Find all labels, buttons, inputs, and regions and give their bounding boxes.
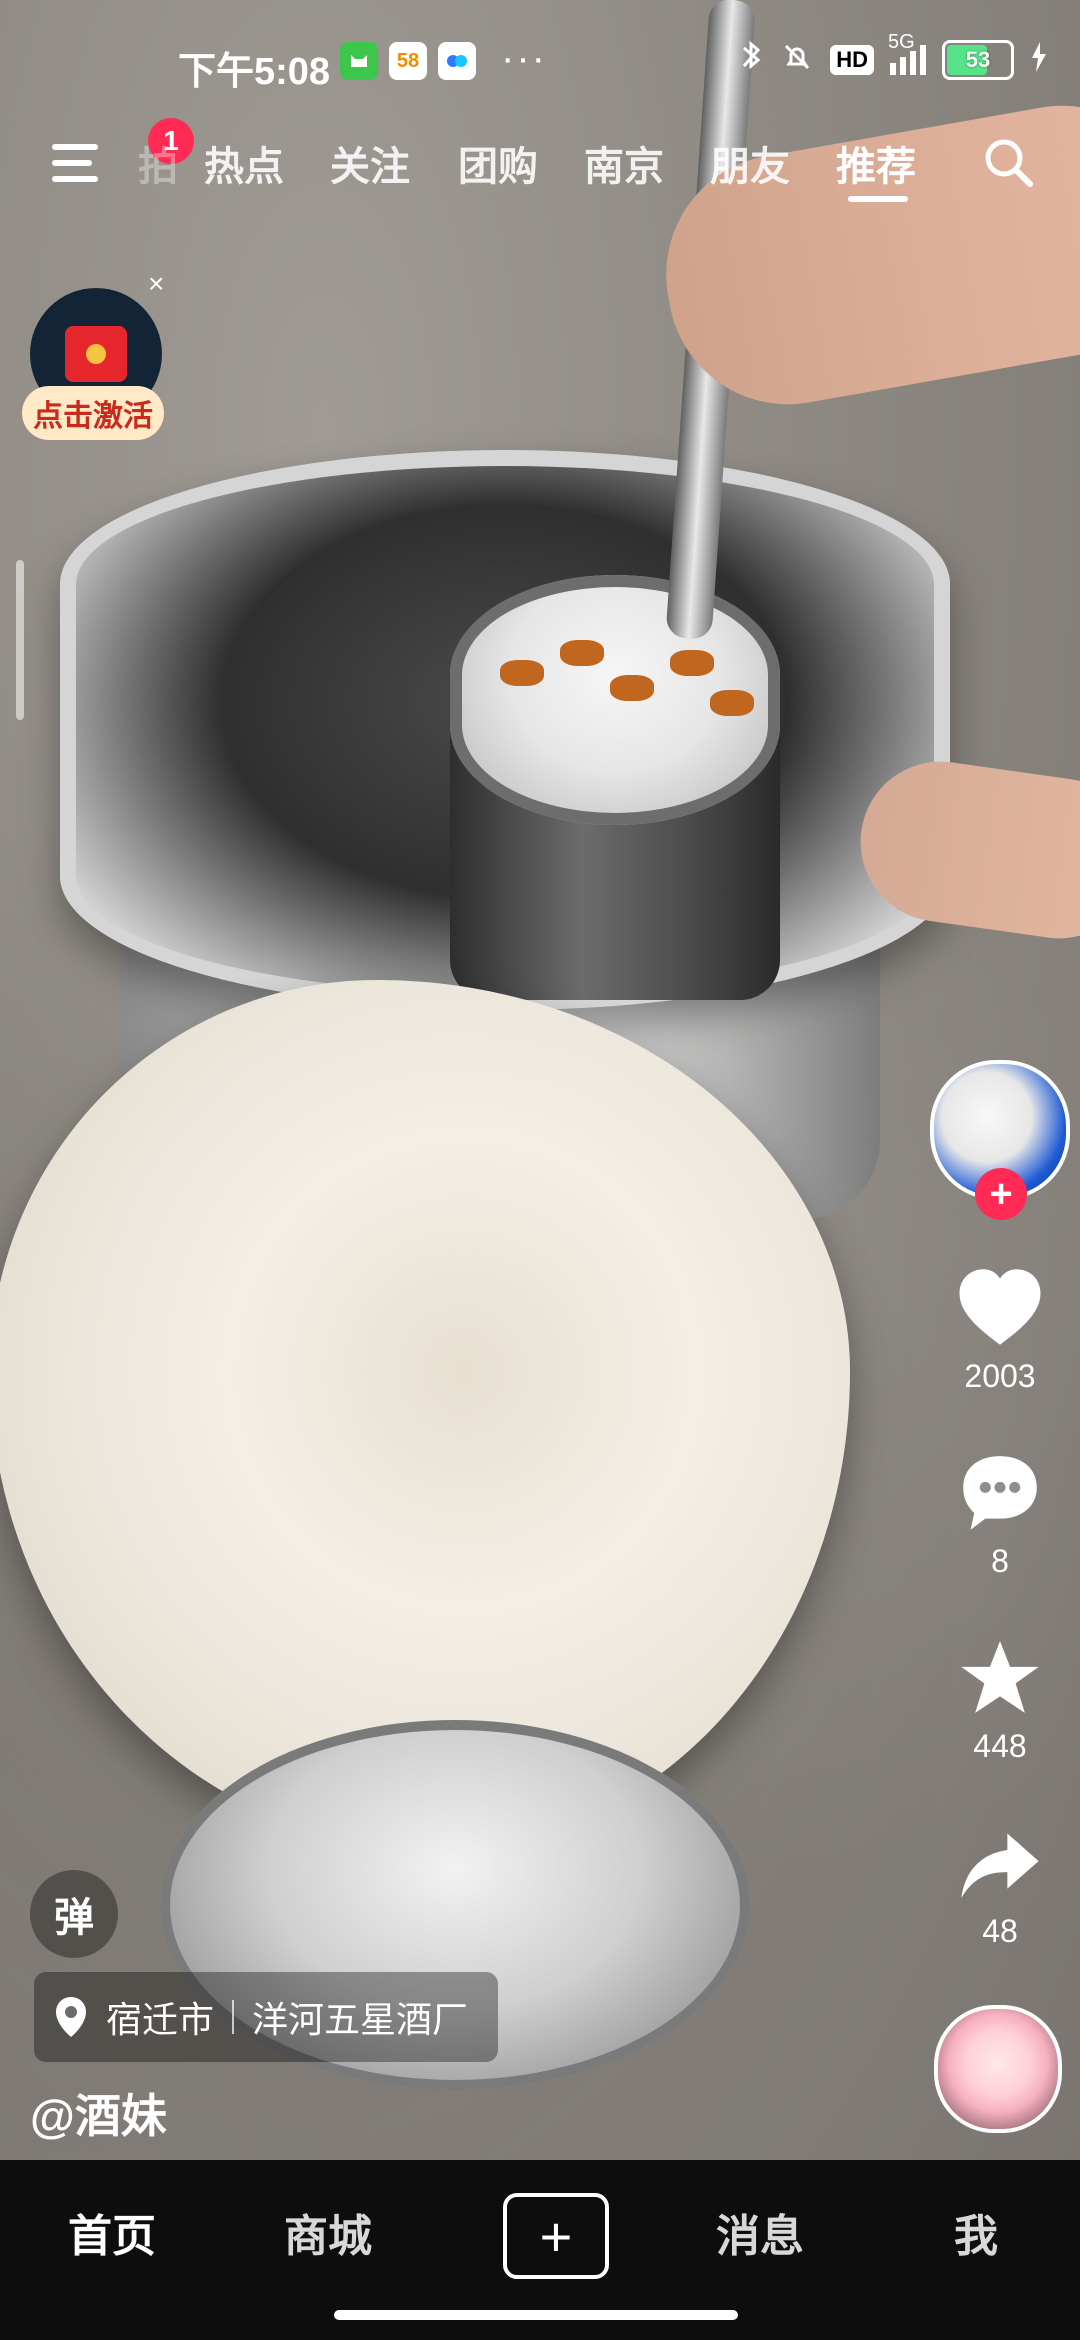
- status-more: ···: [501, 36, 547, 80]
- left-scroll-indicator: [16, 560, 24, 720]
- 58-app-icon: 58: [389, 42, 427, 80]
- status-time: 下午5:08: [178, 51, 331, 93]
- tab-messages[interactable]: 消息: [716, 2200, 804, 2264]
- search-button[interactable]: [980, 134, 1038, 192]
- share-icon: [961, 1833, 1039, 1898]
- follow-button[interactable]: +: [975, 1168, 1027, 1220]
- hd-icon: HD: [830, 45, 874, 75]
- tab-mall[interactable]: 商城: [284, 2200, 372, 2264]
- location-tag[interactable]: 宿迁市 洋河五星酒厂: [34, 1972, 499, 2062]
- tab-friends[interactable]: 朋友: [710, 134, 790, 192]
- status-right: HD 5G 53: [738, 31, 1048, 82]
- tab-group-buy[interactable]: 团购: [458, 134, 538, 192]
- favorite-count: 448: [973, 1728, 1027, 1764]
- location-pin-icon: [56, 1997, 86, 2037]
- tab-hot[interactable]: 热点: [204, 134, 284, 192]
- 58-app-icon-text: 58: [396, 49, 420, 72]
- signal-icon: 5G: [888, 31, 926, 75]
- menu-button[interactable]: 1: [52, 118, 194, 194]
- search-icon: [985, 139, 1033, 187]
- tab-following[interactable]: 关注: [330, 134, 410, 192]
- cat-app-icon: [340, 42, 378, 80]
- cloud-app-icon: [438, 42, 476, 80]
- comment-action[interactable]: 8: [925, 1450, 1075, 1580]
- charging-icon: [1030, 41, 1048, 79]
- location-divider: [232, 2000, 235, 2034]
- home-indicator: [334, 2310, 738, 2320]
- redpacket-activate-button[interactable]: 点击激活: [22, 386, 164, 440]
- battery-level: 53: [965, 47, 991, 72]
- tab-me[interactable]: 我: [954, 2200, 998, 2264]
- active-tab-indicator: [848, 196, 908, 202]
- author-username[interactable]: @酒妹: [30, 2080, 167, 2146]
- danmu-toggle[interactable]: 弹: [30, 1870, 118, 1958]
- heart-icon: [959, 1269, 1041, 1345]
- network-type: 5G: [888, 31, 915, 53]
- tab-nanjing[interactable]: 南京: [584, 134, 664, 192]
- share-action[interactable]: 48: [925, 1820, 1075, 1950]
- top-navigation: 1 拍 热点 关注 团购 南京 朋友 推荐: [0, 118, 1080, 218]
- share-count: 48: [982, 1913, 1018, 1949]
- video-dates: [480, 620, 770, 760]
- app-screen: 下午5:08 58 ··· HD 5G 53 1 拍 热点 关注 团购 南京 朋…: [0, 0, 1080, 2340]
- tab-partial[interactable]: 拍: [138, 134, 178, 192]
- close-icon[interactable]: ×: [148, 268, 164, 300]
- create-button[interactable]: +: [503, 2193, 609, 2279]
- like-count: 2003: [964, 1358, 1036, 1394]
- redpacket-icon: [65, 326, 127, 382]
- status-bar: 下午5:08 58 ··· HD 5G 53: [0, 18, 1080, 108]
- tab-home[interactable]: 首页: [68, 2200, 156, 2264]
- mute-bell-icon: [780, 40, 814, 81]
- favorite-action[interactable]: 448: [925, 1635, 1075, 1765]
- star-icon: [961, 1641, 1039, 1713]
- location-city: 宿迁市: [106, 1999, 215, 2040]
- battery-indicator: 53: [942, 40, 1014, 80]
- tab-recommend[interactable]: 推荐: [836, 134, 916, 192]
- like-action[interactable]: 2003: [925, 1265, 1075, 1395]
- comment-icon: [963, 1456, 1037, 1530]
- music-disc[interactable]: [934, 2005, 1062, 2133]
- comment-count: 8: [991, 1543, 1009, 1579]
- bluetooth-icon: [738, 40, 764, 81]
- redpacket-widget[interactable]: 点击激活 ×: [22, 268, 172, 448]
- location-place: 洋河五星酒厂: [252, 1999, 469, 2040]
